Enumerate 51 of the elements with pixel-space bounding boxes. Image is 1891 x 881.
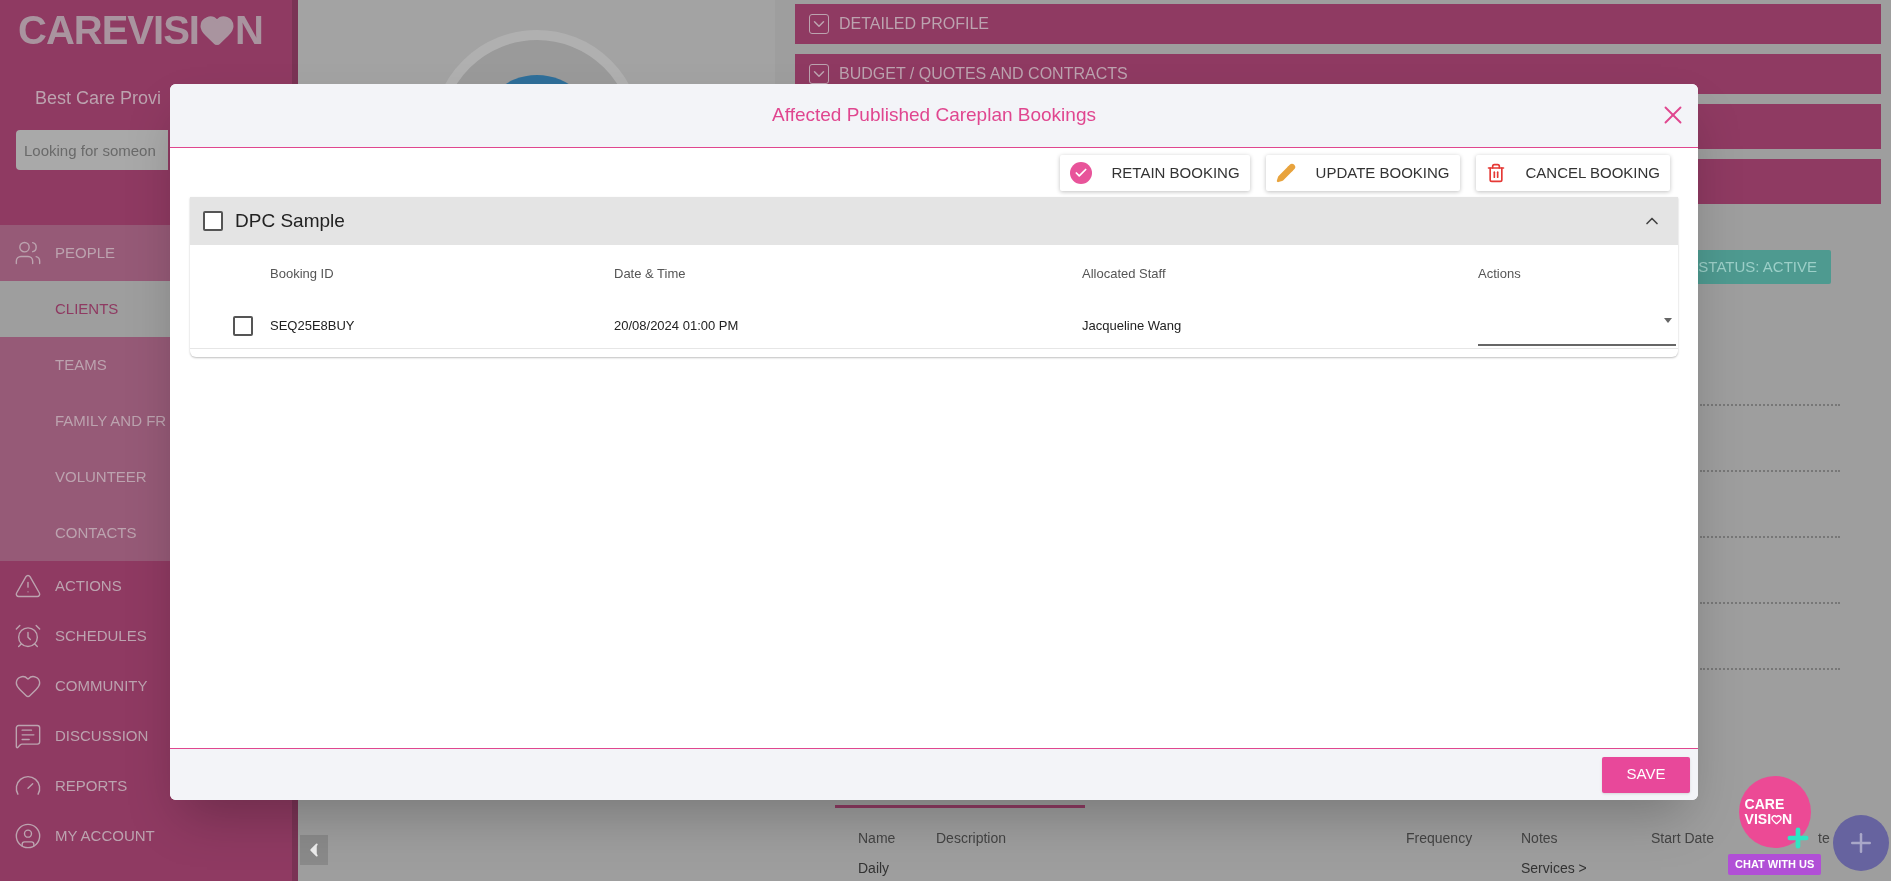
- chat-logo[interactable]: CARE VISI N: [1738, 776, 1811, 848]
- toolbar-button[interactable]: RETAIN BOOKING: [1059, 155, 1250, 191]
- row-checkbox[interactable]: [233, 315, 253, 336]
- save-button[interactable]: SAVE: [1602, 756, 1690, 793]
- logo-text: N: [1782, 812, 1793, 827]
- logo-text: CAREVISI: [18, 7, 199, 54]
- actions-select[interactable]: [1478, 317, 1676, 346]
- sidebar-item[interactable]: SCHEDULES: [0, 611, 292, 661]
- sidebar-item[interactable]: ACTIONS: [0, 561, 292, 611]
- column-header: Start Date: [1651, 830, 1715, 846]
- dialog-title: Affected Published Careplan Bookings: [772, 103, 1096, 128]
- user-icon: [13, 822, 42, 850]
- column-header: Booking ID: [270, 265, 335, 284]
- column-header: Description: [936, 830, 1007, 846]
- toolbar-button[interactable]: UPDATE BOOKING: [1265, 155, 1460, 191]
- sidebar-item[interactable]: REPORTS: [0, 761, 292, 811]
- column-header: Notes: [1521, 830, 1558, 846]
- sidebar-item[interactable]: COMMUNITY: [0, 661, 292, 711]
- collapse-button[interactable]: [300, 835, 328, 865]
- group-name: DPC Sample: [235, 208, 346, 233]
- logo-text: CARE: [1744, 797, 1786, 812]
- column-header: Actions: [1478, 265, 1522, 284]
- column-header: Date & Time: [614, 265, 687, 284]
- warning-icon: [13, 572, 42, 600]
- column-header: Name: [858, 830, 896, 846]
- chat-label[interactable]: CHAT WITH US: [1728, 854, 1822, 875]
- sidebar-item[interactable]: DISCUSSION: [0, 711, 292, 761]
- group-checkbox[interactable]: [203, 211, 223, 231]
- table-cell-text: Daily: [858, 860, 891, 876]
- clock-icon: [13, 622, 42, 650]
- group-header[interactable]: DPC Sample: [190, 197, 1678, 245]
- organisation-name: Best Care Provi: [35, 88, 162, 108]
- column-header: Frequency: [1406, 830, 1473, 846]
- pencil-icon: [1275, 163, 1296, 183]
- trash-icon: [1485, 163, 1506, 183]
- toolbar-button[interactable]: CANCEL BOOKING: [1475, 155, 1670, 191]
- sidebar-item[interactable]: MY ACCOUNT: [0, 811, 292, 861]
- column-header: te: [1818, 830, 1830, 846]
- profile-section-bar[interactable]: DETAILED PROFILE: [795, 4, 1881, 44]
- table-cell-text: Jacqueline Wang: [1082, 316, 1183, 335]
- logo-text: VISI: [1744, 812, 1772, 827]
- table-cell-text: Services >: [1521, 860, 1588, 876]
- chevron-icon: [809, 14, 829, 34]
- heart-icon: [1771, 814, 1783, 825]
- logo-text: N: [234, 7, 263, 54]
- people-icon: [13, 239, 42, 267]
- column-header: Allocated Staff: [1082, 265, 1167, 284]
- search-field[interactable]: Looking for someon: [16, 130, 168, 170]
- dropdown-arrow-icon: [1664, 317, 1672, 323]
- chat-icon: [13, 722, 42, 750]
- table-cell-text: 20/08/2024 01:00 PM: [614, 316, 740, 335]
